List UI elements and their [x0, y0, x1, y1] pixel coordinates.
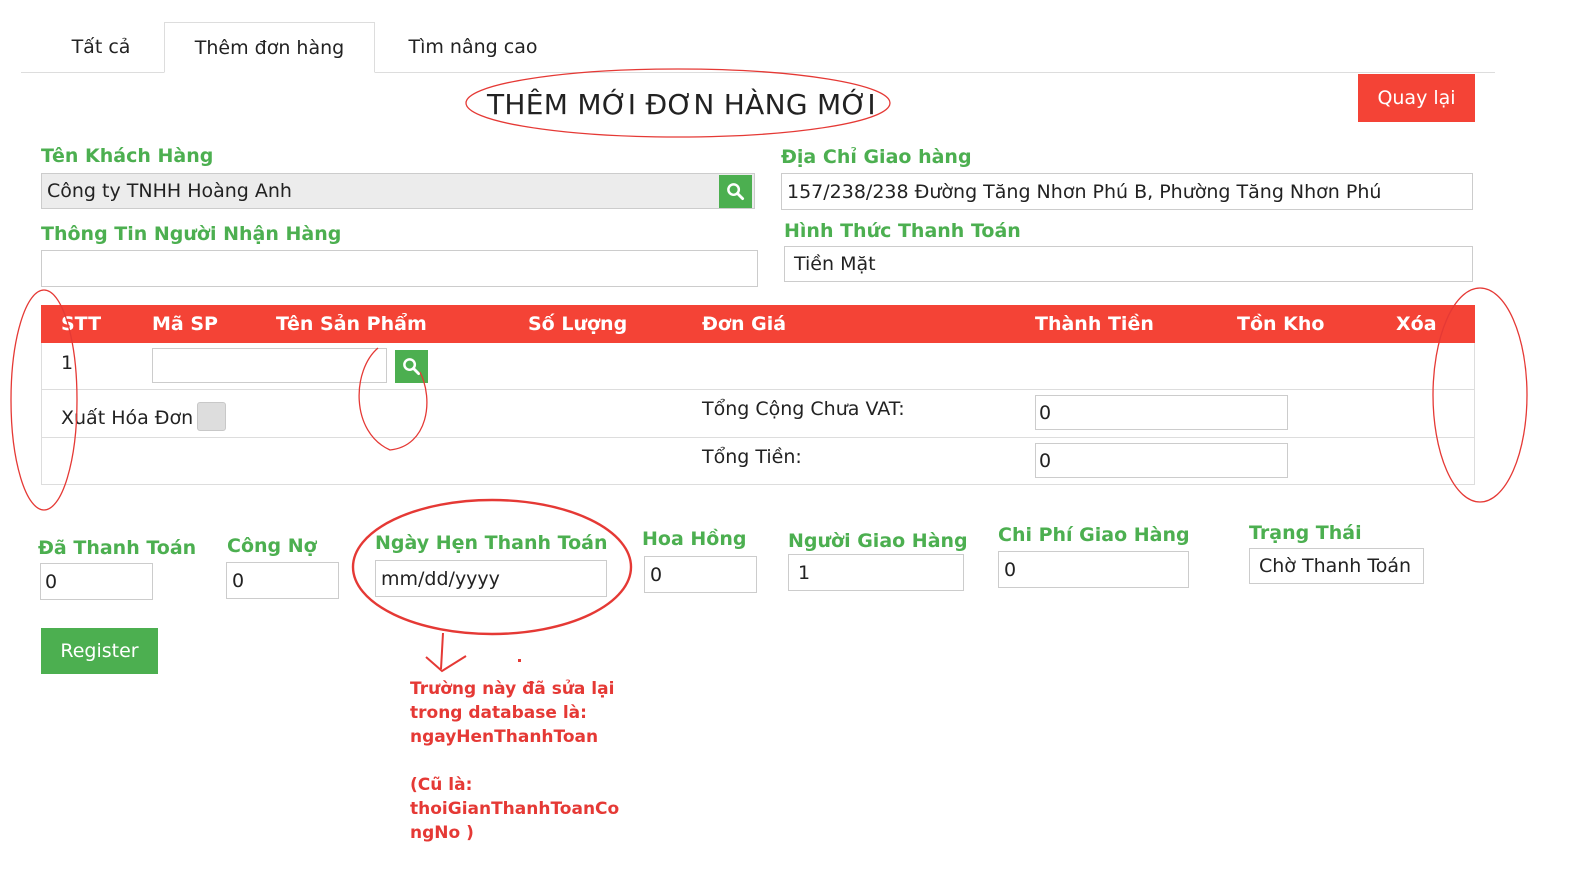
- col-unit-price: Đơn Giá: [702, 313, 787, 335]
- customer-label: Tên Khách Hàng: [41, 145, 214, 167]
- col-stt: STT: [61, 313, 102, 335]
- order-table-header: STT Mã SP Tên Sản Phẩm Số Lượng Đơn Giá …: [41, 305, 1475, 343]
- row-divider: [41, 484, 1475, 485]
- table-border-right: [1474, 343, 1475, 484]
- invoice-label: Xuất Hóa Đơn: [61, 407, 194, 429]
- debt-field[interactable]: 0: [226, 562, 339, 599]
- commission-label: Hoa Hồng: [642, 528, 747, 550]
- col-stock: Tồn Kho: [1237, 313, 1325, 335]
- annotation-arrow: [425, 632, 467, 673]
- search-icon: [727, 183, 745, 201]
- receiver-label: Thông Tin Người Nhận Hàng: [41, 223, 342, 245]
- annotation-note-line: ngNo ): [410, 823, 474, 843]
- customer-field[interactable]: Công ty TNHH Hoàng Anh: [41, 173, 755, 209]
- table-border-left: [41, 343, 42, 484]
- annotation-note-line: (Cũ là:: [410, 775, 473, 795]
- due-date-input[interactable]: mm/dd/yyyy: [375, 560, 607, 597]
- shipping-cost-label: Chi Phí Giao Hàng: [998, 524, 1190, 546]
- tab-add-order[interactable]: Thêm đơn hàng: [164, 22, 375, 73]
- total-field[interactable]: 0: [1035, 443, 1288, 478]
- annotation-note-line: Trường này đã sửa lại: [410, 679, 615, 699]
- back-button[interactable]: Quay lại: [1358, 74, 1475, 122]
- subtotal-label: Tổng Cộng Chưa VAT:: [702, 398, 905, 420]
- register-button[interactable]: Register: [41, 628, 158, 674]
- annotation-note-line: trong database là:: [410, 703, 587, 723]
- status-select[interactable]: Chờ Thanh Toán: [1249, 548, 1424, 584]
- address-field[interactable]: 157/238/238 Đường Tăng Nhơn Phú B, Phườn…: [781, 173, 1473, 210]
- shipper-label: Người Giao Hàng: [788, 530, 968, 552]
- row-divider: [41, 437, 1475, 438]
- page-title: THÊM MỚI ĐƠN HÀNG MỚI: [487, 88, 876, 121]
- payment-method-label: Hình Thức Thanh Toán: [784, 220, 1021, 242]
- shipping-cost-field[interactable]: 0: [998, 551, 1189, 588]
- shipper-select[interactable]: 1: [788, 554, 964, 591]
- paid-label: Đã Thanh Toán: [38, 537, 197, 559]
- paid-field[interactable]: 0: [40, 563, 153, 600]
- product-search-button[interactable]: [395, 350, 428, 383]
- commission-field[interactable]: 0: [644, 556, 757, 593]
- customer-search-button[interactable]: [719, 175, 752, 208]
- address-label: Địa Chỉ Giao hàng: [781, 146, 972, 168]
- subtotal-field[interactable]: 0: [1035, 395, 1288, 430]
- debt-label: Công Nợ: [227, 535, 317, 557]
- payment-method-select[interactable]: Tiền Mặt: [784, 246, 1473, 282]
- row-stt: 1: [61, 352, 74, 374]
- col-code: Mã SP: [152, 313, 218, 335]
- total-label: Tổng Tiền:: [702, 446, 802, 468]
- annotation-note-line: thoiGianThanhToanCo: [410, 799, 620, 819]
- row-divider: [41, 389, 1475, 390]
- annotation-dot: [518, 659, 521, 662]
- col-delete: Xóa: [1396, 313, 1437, 335]
- due-date-label: Ngày Hẹn Thanh Toán: [375, 532, 608, 554]
- product-code-input[interactable]: [152, 348, 387, 383]
- col-amount: Thành Tiền: [1035, 313, 1154, 335]
- invoice-checkbox[interactable]: [197, 402, 226, 431]
- tab-all[interactable]: Tất cả: [40, 22, 162, 73]
- search-icon: [403, 358, 421, 376]
- status-label: Trạng Thái: [1249, 522, 1362, 544]
- receiver-field[interactable]: [41, 250, 758, 287]
- annotation-note-line: ngayHenThanhToan: [410, 727, 599, 747]
- col-product-name: Tên Sản Phẩm: [276, 313, 427, 335]
- col-quantity: Số Lượng: [528, 313, 628, 335]
- tab-advanced-search[interactable]: Tìm nâng cao: [390, 22, 556, 73]
